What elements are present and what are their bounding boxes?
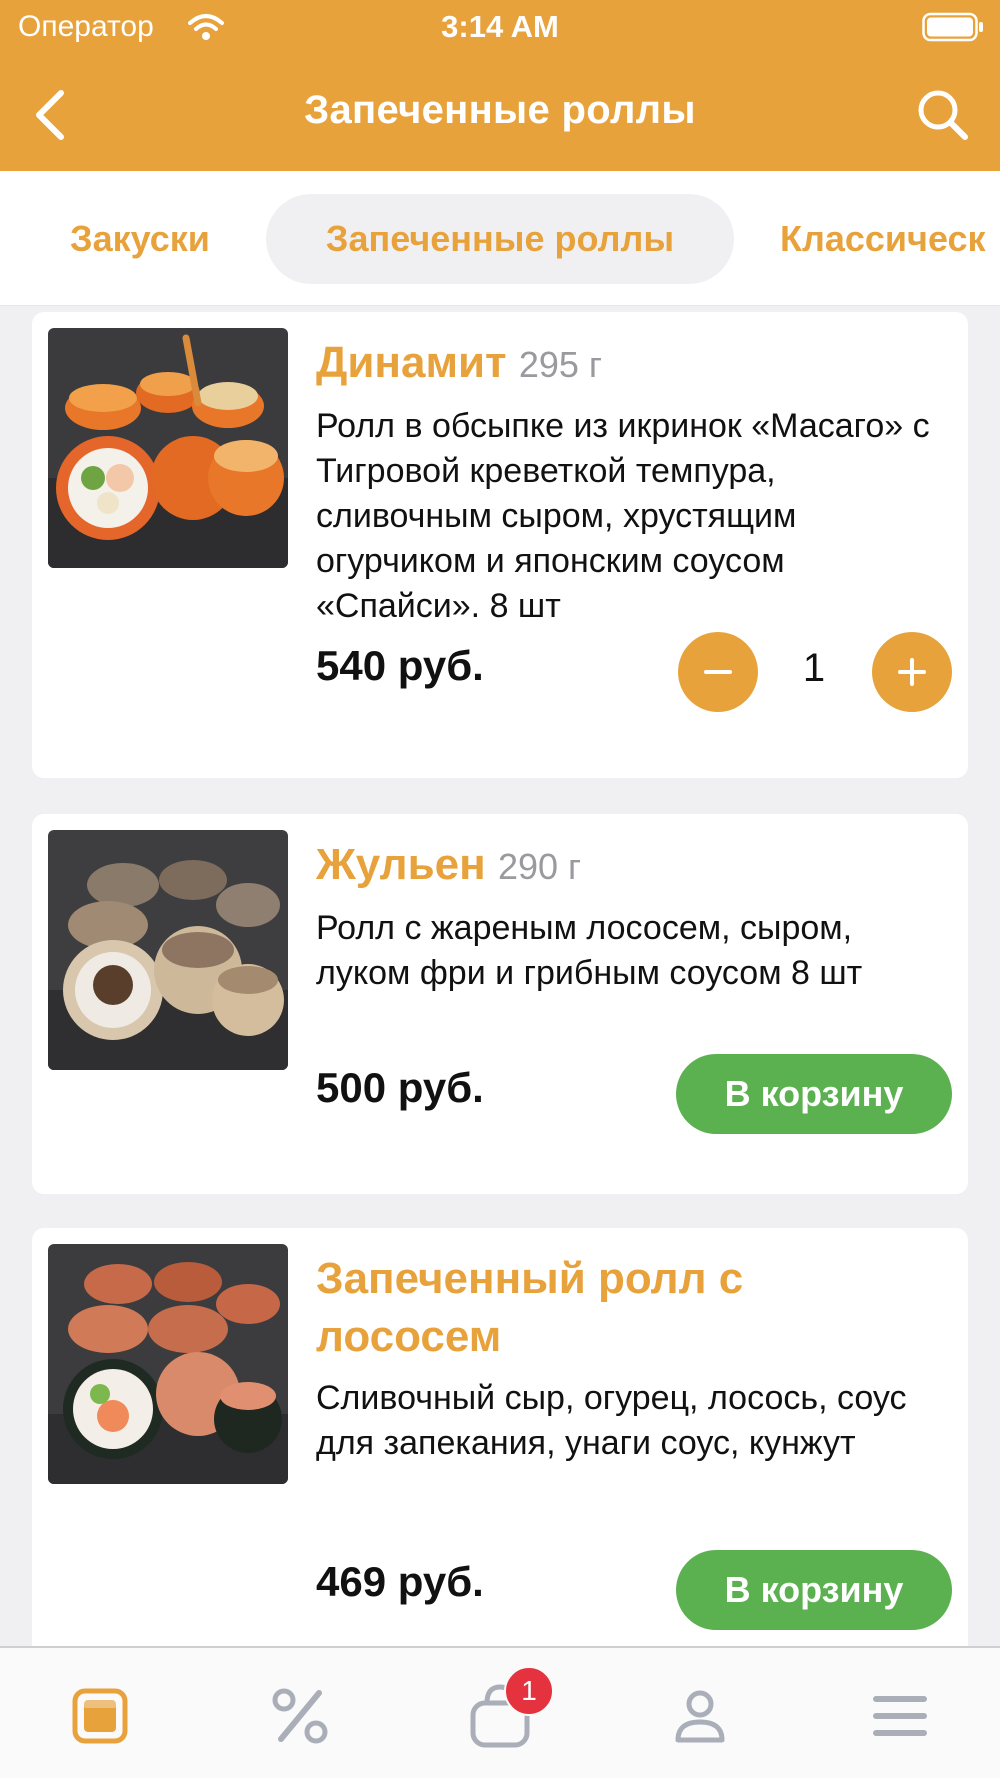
product-card[interactable]: Динамит 295 г Ролл в обсыпке из икринок … bbox=[32, 312, 968, 778]
tabbar-cart[interactable]: 1 bbox=[450, 1666, 554, 1766]
search-button[interactable] bbox=[908, 80, 978, 150]
product-weight: 290 г bbox=[497, 846, 582, 887]
product-description: Сливочный сыр, огурец, лосось, соус для … bbox=[316, 1379, 907, 1462]
header: Оператор 3:14 AM Запеченные роллы bbox=[0, 0, 1000, 171]
increase-quantity-button[interactable] bbox=[872, 632, 952, 712]
add-to-cart-button[interactable]: В корзину bbox=[676, 1550, 952, 1630]
tabbar-profile[interactable] bbox=[650, 1666, 750, 1766]
product-weight: 295 г bbox=[518, 344, 603, 385]
product-card[interactable]: Запеченный ролл с лососем Сливочный сыр,… bbox=[32, 1228, 968, 1646]
nav-bar: Запеченные роллы bbox=[0, 60, 1000, 171]
status-bar: Оператор 3:14 AM bbox=[0, 0, 1000, 56]
product-name[interactable]: Динамит bbox=[316, 338, 507, 387]
product-info: Динамит 295 г Ролл в обсыпке из икринок … bbox=[316, 334, 956, 629]
hamburger-icon bbox=[873, 1696, 927, 1736]
tabbar-promotions[interactable] bbox=[250, 1666, 350, 1766]
minus-icon bbox=[704, 670, 732, 674]
product-card[interactable]: Жульен 290 г Ролл с жареным лососем, сыр… bbox=[32, 814, 968, 1194]
product-info: Жульен 290 г Ролл с жареным лососем, сыр… bbox=[316, 836, 956, 996]
product-description: Ролл с жареным лососем, сыром, луком фри… bbox=[316, 909, 863, 992]
menu-icon bbox=[72, 1688, 128, 1744]
tab-category-2[interactable]: Классическ bbox=[760, 194, 1000, 284]
profile-icon bbox=[675, 1690, 725, 1743]
bottom-tab-bar: 1 bbox=[0, 1646, 1000, 1778]
product-name[interactable]: Запеченный ролл с лососем bbox=[316, 1254, 743, 1361]
add-to-cart-button[interactable]: В корзину bbox=[676, 1054, 952, 1134]
product-title-line: Жульен 290 г bbox=[316, 836, 956, 896]
product-info: Запеченный ролл с лососем Сливочный сыр,… bbox=[316, 1250, 956, 1466]
tabbar-menu[interactable] bbox=[50, 1666, 150, 1766]
product-title-line: Запеченный ролл с лососем bbox=[316, 1250, 816, 1366]
percent-icon bbox=[272, 1688, 328, 1744]
product-image bbox=[48, 328, 288, 568]
category-tabs: Закуски Запеченные роллы Классическ bbox=[0, 171, 1000, 306]
product-image bbox=[48, 1244, 288, 1484]
tab-category-1-selected[interactable]: Запеченные роллы bbox=[266, 194, 734, 284]
product-image bbox=[48, 830, 288, 1070]
search-icon bbox=[918, 90, 968, 140]
tabbar-more[interactable] bbox=[850, 1666, 950, 1766]
quantity-value: 1 bbox=[802, 646, 826, 690]
product-name[interactable]: Жульен bbox=[316, 840, 486, 889]
cart-badge: 1 bbox=[504, 1666, 554, 1716]
decrease-quantity-button[interactable] bbox=[678, 632, 758, 712]
plus-icon bbox=[898, 658, 926, 686]
product-price: 540 руб. bbox=[316, 642, 484, 689]
page-title: Запеченные роллы bbox=[304, 88, 696, 132]
product-price: 469 руб. bbox=[316, 1558, 484, 1605]
app-screen: Оператор 3:14 AM Запеченные роллы Закуск… bbox=[0, 0, 1000, 1778]
status-time: 3:14 AM bbox=[441, 9, 559, 44]
product-description: Ролл в обсыпке из икринок «Масаго» с Тиг… bbox=[316, 407, 930, 625]
battery-icon bbox=[922, 12, 983, 42]
tab-category-0[interactable]: Закуски bbox=[40, 194, 240, 284]
product-price: 500 руб. bbox=[316, 1064, 484, 1111]
product-title-line: Динамит 295 г bbox=[316, 334, 956, 394]
product-list[interactable]: Динамит 295 г Ролл в обсыпке из икринок … bbox=[0, 306, 1000, 1646]
